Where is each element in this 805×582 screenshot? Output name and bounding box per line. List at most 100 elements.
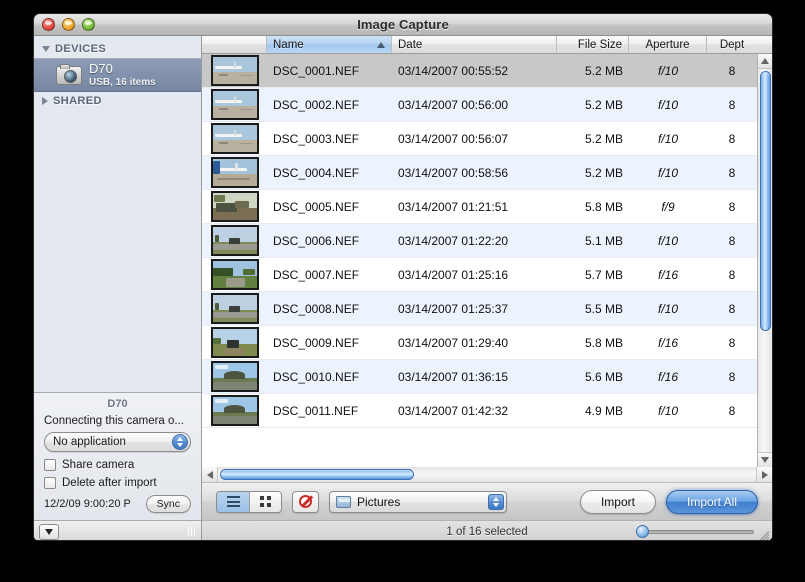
chevron-down-icon — [761, 457, 769, 463]
cell-thumbnail — [202, 55, 267, 86]
cell-depth: 8 — [728, 97, 736, 112]
table-row[interactable]: DSC_0008.NEF 03/14/2007 01:25:37 5.5 MB f/1… — [202, 292, 757, 326]
cell-name: DSC_0002.NEF — [273, 97, 360, 112]
table-row[interactable]: DSC_0001.NEF 03/14/2007 00:55:52 5.2 MB f/1… — [202, 54, 757, 88]
column-header-date[interactable]: Date — [392, 36, 557, 53]
cell-aperture: f/10 — [657, 403, 678, 418]
sidebar-item-d70-subtitle: USB, 16 items — [89, 76, 156, 88]
destination-folder-popup[interactable]: Pictures — [329, 490, 507, 513]
scroll-down-button[interactable] — [757, 452, 772, 467]
table-row[interactable]: DSC_0003.NEF 03/14/2007 00:56:07 5.2 MB f/1… — [202, 122, 757, 156]
vertical-scroll-track[interactable] — [757, 69, 772, 452]
cell-depth: 8 — [728, 199, 736, 214]
sync-button[interactable]: Sync — [145, 495, 191, 513]
import-all-button[interactable]: Import All — [665, 489, 758, 514]
window-resize-grip-icon[interactable] — [757, 528, 770, 540]
chevron-left-icon — [206, 470, 213, 479]
cell-date: 03/14/2007 01:22:20 — [398, 233, 509, 248]
sidebar-group-devices[interactable]: DEVICES — [34, 40, 201, 58]
table-row[interactable]: DSC_0005.NEF 03/14/2007 01:21:51 5.8 MB f/9… — [202, 190, 757, 224]
cell-name: DSC_0008.NEF — [273, 301, 360, 316]
share-camera-row[interactable]: Share camera — [44, 459, 191, 471]
thumbnail-size-slider[interactable] — [636, 525, 754, 539]
chevron-up-icon — [761, 58, 769, 64]
table-row[interactable]: DSC_0002.NEF 03/14/2007 00:56:00 5.2 MB f/1… — [202, 88, 757, 122]
disclosure-triangle-down-icon[interactable] — [42, 46, 50, 52]
window-titlebar[interactable]: Image Capture — [34, 14, 772, 36]
scroll-left-button[interactable] — [202, 467, 217, 482]
delete-after-import-row[interactable]: Delete after import — [44, 477, 191, 489]
cell-depth: 8 — [728, 233, 736, 248]
delete-after-import-checkbox[interactable] — [44, 477, 56, 489]
close-button-icon[interactable] — [42, 18, 55, 31]
table-row[interactable]: DSC_0007.NEF 03/14/2007 01:25:16 5.7 MB f/1… — [202, 258, 757, 292]
scroll-right-button[interactable] — [757, 467, 772, 482]
cell-thumbnail — [202, 395, 267, 426]
table-row[interactable]: DSC_0010.NEF 03/14/2007 01:36:15 5.6 MB f/1… — [202, 360, 757, 394]
sidebar-item-d70[interactable]: D70 USB, 16 items — [34, 58, 201, 92]
cell-file-size: 5.1 MB — [584, 233, 623, 248]
cell-thumbnail — [202, 89, 267, 120]
cell-thumbnail — [202, 259, 267, 290]
column-header-thumbnail[interactable] — [202, 36, 267, 53]
cell-date: 03/14/2007 01:21:51 — [398, 199, 509, 214]
table-row[interactable]: DSC_0009.NEF 03/14/2007 01:29:40 5.8 MB f/1… — [202, 326, 757, 360]
cell-date: 03/14/2007 00:58:56 — [398, 165, 509, 180]
thumbnail-image — [210, 55, 259, 86]
column-header-aperture[interactable]: Aperture — [629, 36, 707, 53]
horizontal-scroll-thumb[interactable] — [220, 469, 414, 480]
sidebar-item-d70-text: D70 USB, 16 items — [89, 61, 156, 88]
action-menu-button[interactable] — [39, 523, 59, 540]
sidebar-resize-grip-icon[interactable] — [188, 527, 195, 536]
table-row[interactable]: DSC_0011.NEF 03/14/2007 01:42:32 4.9 MB f/1… — [202, 394, 757, 428]
thumbnail-image — [210, 191, 259, 222]
list-view-icon — [226, 496, 240, 507]
cell-file-size: 5.5 MB — [584, 301, 623, 316]
table-row[interactable]: DSC_0004.NEF 03/14/2007 00:58:56 5.2 MB f/1… — [202, 156, 757, 190]
device-info-title: D70 — [107, 398, 128, 410]
cell-file-size: 5.2 MB — [584, 131, 623, 146]
thumbnail-image — [210, 123, 259, 154]
column-header-file-size[interactable]: File Size — [557, 36, 629, 53]
zoom-button-icon[interactable] — [82, 18, 95, 31]
cell-name: DSC_0005.NEF — [273, 199, 360, 214]
thumbnail-image — [210, 327, 259, 358]
cell-depth: 8 — [728, 63, 736, 78]
sidebar-group-shared[interactable]: SHARED — [34, 92, 201, 110]
connect-application-value: No application — [53, 436, 126, 448]
minimize-button-icon[interactable] — [62, 18, 75, 31]
connect-application-popup[interactable]: No application — [44, 432, 191, 452]
view-mode-segmented-control[interactable] — [216, 490, 282, 513]
column-header-depth[interactable]: Dept — [707, 36, 757, 53]
slider-track[interactable] — [636, 529, 754, 534]
disclosure-triangle-right-icon[interactable] — [42, 97, 48, 105]
grid-view-icon — [260, 496, 271, 507]
scroll-up-button[interactable] — [757, 54, 772, 69]
cell-date: 03/14/2007 01:42:32 — [398, 403, 509, 418]
vertical-scroll-thumb[interactable] — [759, 71, 771, 332]
slider-knob[interactable] — [636, 525, 649, 538]
share-camera-checkbox[interactable] — [44, 459, 56, 471]
list-view-button[interactable] — [217, 491, 249, 512]
delete-after-import-label: Delete after import — [62, 477, 157, 489]
thumbnail-image — [210, 225, 259, 256]
cell-file-size: 5.8 MB — [584, 199, 623, 214]
grid-view-button[interactable] — [249, 491, 281, 512]
cell-depth: 8 — [728, 165, 736, 180]
cell-depth: 8 — [728, 131, 736, 146]
horizontal-scroll-track[interactable] — [217, 467, 757, 482]
sidebar-bottom-bar — [34, 520, 201, 540]
vertical-scrollbar[interactable] — [757, 54, 772, 467]
window-body: DEVICES D70 USB, 16 items SHARED D70 Con… — [34, 36, 772, 540]
device-info-panel: D70 Connecting this camera o... No appli… — [34, 392, 201, 520]
sidebar-group-devices-label: DEVICES — [55, 43, 107, 55]
column-header-name[interactable]: Name — [267, 36, 392, 53]
horizontal-scrollbar[interactable] — [202, 467, 772, 482]
table-row[interactable]: DSC_0006.NEF 03/14/2007 01:22:20 5.1 MB f/1… — [202, 224, 757, 258]
cell-aperture: f/16 — [657, 369, 678, 384]
import-button[interactable]: Import — [579, 489, 656, 514]
connect-action-label: Connecting this camera o... — [44, 415, 184, 427]
delete-button[interactable] — [292, 490, 319, 513]
cell-depth: 8 — [728, 335, 736, 350]
sync-row: 12/2/09 9:00:20 P Sync — [44, 495, 191, 513]
